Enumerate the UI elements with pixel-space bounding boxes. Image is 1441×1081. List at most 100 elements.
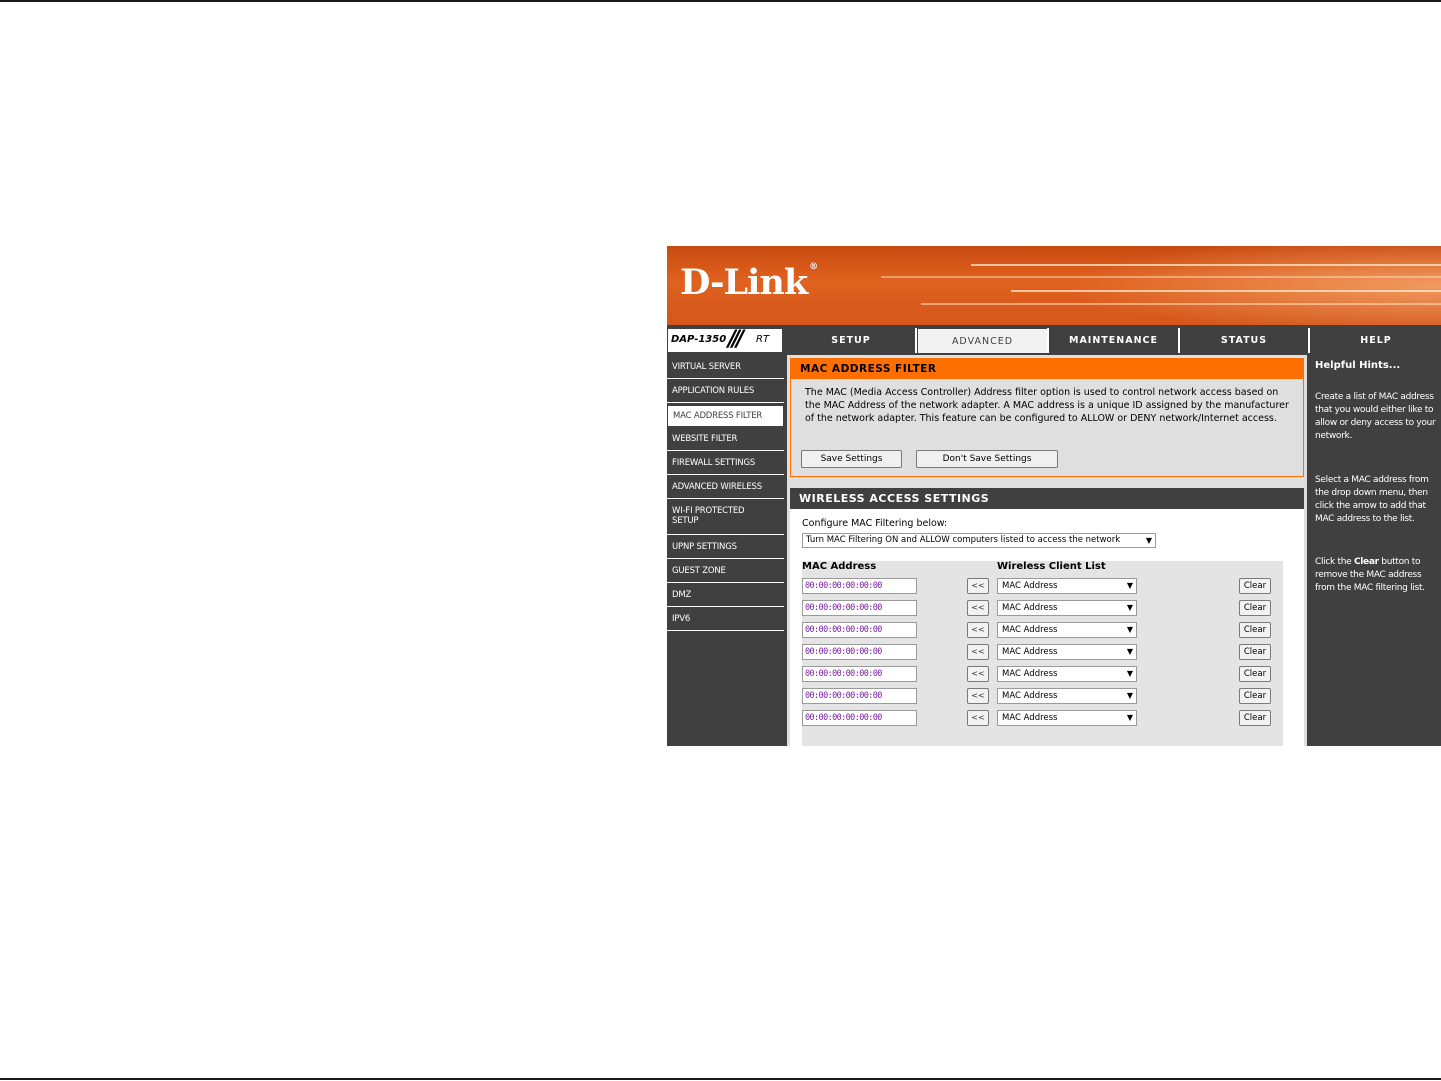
client-list-value: MAC Address (1002, 691, 1058, 701)
tab-separator (1047, 328, 1049, 353)
chevron-down-icon: ▼ (1126, 669, 1133, 678)
add-arrow-button[interactable]: << (967, 710, 989, 726)
clear-button[interactable]: Clear (1239, 644, 1271, 660)
chevron-down-icon: ▼ (1126, 625, 1133, 634)
banner-streak (1011, 290, 1441, 292)
sidebar-item-dmz[interactable]: DMZ (667, 585, 784, 607)
add-arrow-button[interactable]: << (967, 688, 989, 704)
wireless-access-panel: WIRELESS ACCESS SETTINGS Configure MAC F… (790, 488, 1304, 746)
client-list-select[interactable]: MAC Address ▼ (997, 710, 1137, 726)
add-arrow-button[interactable]: << (967, 644, 989, 660)
mac-filter-description: The MAC (Media Access Controller) Addres… (805, 387, 1289, 424)
tab-separator (1178, 328, 1180, 353)
wireless-access-title: WIRELESS ACCESS SETTINGS (790, 488, 1304, 509)
model-label: DAP-1350 /// RT (667, 327, 783, 353)
client-list-value: MAC Address (1002, 625, 1058, 635)
tab-setup[interactable]: SETUP (787, 328, 915, 353)
add-arrow-button[interactable]: << (967, 666, 989, 682)
filter-mode-value: Turn MAC Filtering ON and ALLOW computer… (806, 535, 1121, 545)
mac-address-input[interactable]: 00:00:00:00:00:00 (802, 666, 917, 682)
page-top-rule (0, 0, 1441, 2)
clear-button[interactable]: Clear (1239, 600, 1271, 616)
mac-filter-panel: MAC ADDRESS FILTER The MAC (Media Access… (790, 358, 1304, 477)
clear-button[interactable]: Clear (1239, 666, 1271, 682)
router-admin-screenshot: D-Link ® DAP-1350 /// RT SETUP ADVANCED M… (667, 246, 1441, 746)
chevron-down-icon: ▼ (1126, 603, 1133, 612)
chevron-down-icon: ▼ (1126, 581, 1133, 590)
table-row: 00:00:00:00:00:00 << MAC Address ▼ Clear (802, 620, 1283, 641)
table-row: 00:00:00:00:00:00 << MAC Address ▼ Clear (802, 598, 1283, 619)
client-list-value: MAC Address (1002, 669, 1058, 679)
top-navigation: DAP-1350 /// RT SETUP ADVANCED MAINTENAN… (667, 327, 1441, 353)
client-list-value: MAC Address (1002, 713, 1058, 723)
help-hint-clear: Click the Clear button to remove the MAC… (1315, 557, 1425, 593)
sidebar-item-virtual-server[interactable]: VIRTUAL SERVER (667, 357, 784, 379)
mac-address-input[interactable]: 00:00:00:00:00:00 (802, 710, 917, 726)
tab-advanced[interactable]: ADVANCED (918, 328, 1047, 353)
banner-streak (881, 276, 1441, 278)
client-list-select[interactable]: MAC Address ▼ (997, 578, 1137, 594)
banner-streak (921, 303, 1441, 305)
sidebar-item-mac-address-filter[interactable]: MAC ADDRESS FILTER (667, 405, 784, 427)
dont-save-settings-button[interactable]: Don't Save Settings (916, 450, 1058, 468)
table-row: 00:00:00:00:00:00 << MAC Address ▼ Clear (802, 642, 1283, 663)
add-arrow-button[interactable]: << (967, 622, 989, 638)
sidebar-item-advanced-wireless[interactable]: ADVANCED WIRELESS (667, 477, 784, 499)
help-hint-create-list: Create a list of MAC address that you wo… (1315, 392, 1436, 441)
clear-button[interactable]: Clear (1239, 710, 1271, 726)
sidebar-item-upnp-settings[interactable]: UPNP SETTINGS (667, 537, 784, 559)
filter-mode-select[interactable]: Turn MAC Filtering ON and ALLOW computer… (802, 533, 1156, 548)
mac-address-input[interactable]: 00:00:00:00:00:00 (802, 578, 917, 594)
mac-address-input[interactable]: 00:00:00:00:00:00 (802, 688, 917, 704)
wireless-access-body: Configure MAC Filtering below: Turn MAC … (790, 509, 1304, 746)
client-list-select[interactable]: MAC Address ▼ (997, 666, 1137, 682)
header-banner: D-Link ® (667, 246, 1441, 325)
chevron-down-icon: ▼ (1126, 647, 1133, 656)
client-list-select[interactable]: MAC Address ▼ (997, 622, 1137, 638)
sidebar-item-guest-zone[interactable]: GUEST ZONE (667, 561, 784, 583)
help-title: Helpful Hints... (1315, 360, 1401, 371)
tab-separator (1308, 328, 1310, 353)
client-list-value: MAC Address (1002, 647, 1058, 657)
configure-label: Configure MAC Filtering below: (802, 518, 948, 529)
mac-address-input[interactable]: 00:00:00:00:00:00 (802, 600, 917, 616)
page-bottom-rule (0, 1078, 1441, 1080)
client-list-value: MAC Address (1002, 581, 1058, 591)
mac-address-input[interactable]: 00:00:00:00:00:00 (802, 644, 917, 660)
clear-button[interactable]: Clear (1239, 688, 1271, 704)
help-clear-emphasis: Clear (1353, 557, 1379, 567)
tab-help[interactable]: HELP (1311, 328, 1441, 353)
col-header-mac: MAC Address (802, 561, 877, 572)
dlink-logo: D-Link ® (680, 262, 818, 303)
col-header-client-list: Wireless Client List (997, 561, 1106, 572)
sidebar-item-firewall-settings[interactable]: FIREWALL SETTINGS (667, 453, 784, 475)
banner-streak (971, 264, 1441, 266)
table-row: 00:00:00:00:00:00 << MAC Address ▼ Clear (802, 708, 1283, 729)
clear-button[interactable]: Clear (1239, 622, 1271, 638)
main-content: MAC ADDRESS FILTER The MAC (Media Access… (787, 355, 1307, 746)
client-list-select[interactable]: MAC Address ▼ (997, 600, 1137, 616)
table-row: 00:00:00:00:00:00 << MAC Address ▼ Clear (802, 686, 1283, 707)
sidebar-item-website-filter[interactable]: WEBSITE FILTER (667, 429, 784, 451)
sidebar-item-ipv6[interactable]: IPV6 (667, 609, 784, 631)
tab-status[interactable]: STATUS (1180, 328, 1308, 353)
sidebar: VIRTUAL SERVER APPLICATION RULES MAC ADD… (667, 354, 784, 746)
help-hint-select-mac: Select a MAC address from the drop down … (1315, 475, 1429, 524)
client-list-select[interactable]: MAC Address ▼ (997, 644, 1137, 660)
client-list-select[interactable]: MAC Address ▼ (997, 688, 1137, 704)
model-slashes: /// (728, 327, 744, 352)
clear-button[interactable]: Clear (1239, 578, 1271, 594)
mac-address-input[interactable]: 00:00:00:00:00:00 (802, 622, 917, 638)
tab-maintenance[interactable]: MAINTENANCE (1049, 328, 1178, 353)
chevron-down-icon: ▼ (1126, 691, 1133, 700)
help-panel: Helpful Hints... Create a list of MAC ad… (1310, 354, 1441, 746)
table-row: 00:00:00:00:00:00 << MAC Address ▼ Clear (802, 576, 1283, 597)
chevron-down-icon: ▼ (1126, 713, 1133, 722)
chevron-down-icon: ▼ (1145, 536, 1152, 545)
add-arrow-button[interactable]: << (967, 578, 989, 594)
save-settings-button[interactable]: Save Settings (801, 450, 902, 468)
add-arrow-button[interactable]: << (967, 600, 989, 616)
sidebar-item-application-rules[interactable]: APPLICATION RULES (667, 381, 784, 403)
table-row: 00:00:00:00:00:00 << MAC Address ▼ Clear (802, 664, 1283, 685)
sidebar-item-wifi-protected-setup[interactable]: WI-FI PROTECTED SETUP (667, 501, 784, 535)
